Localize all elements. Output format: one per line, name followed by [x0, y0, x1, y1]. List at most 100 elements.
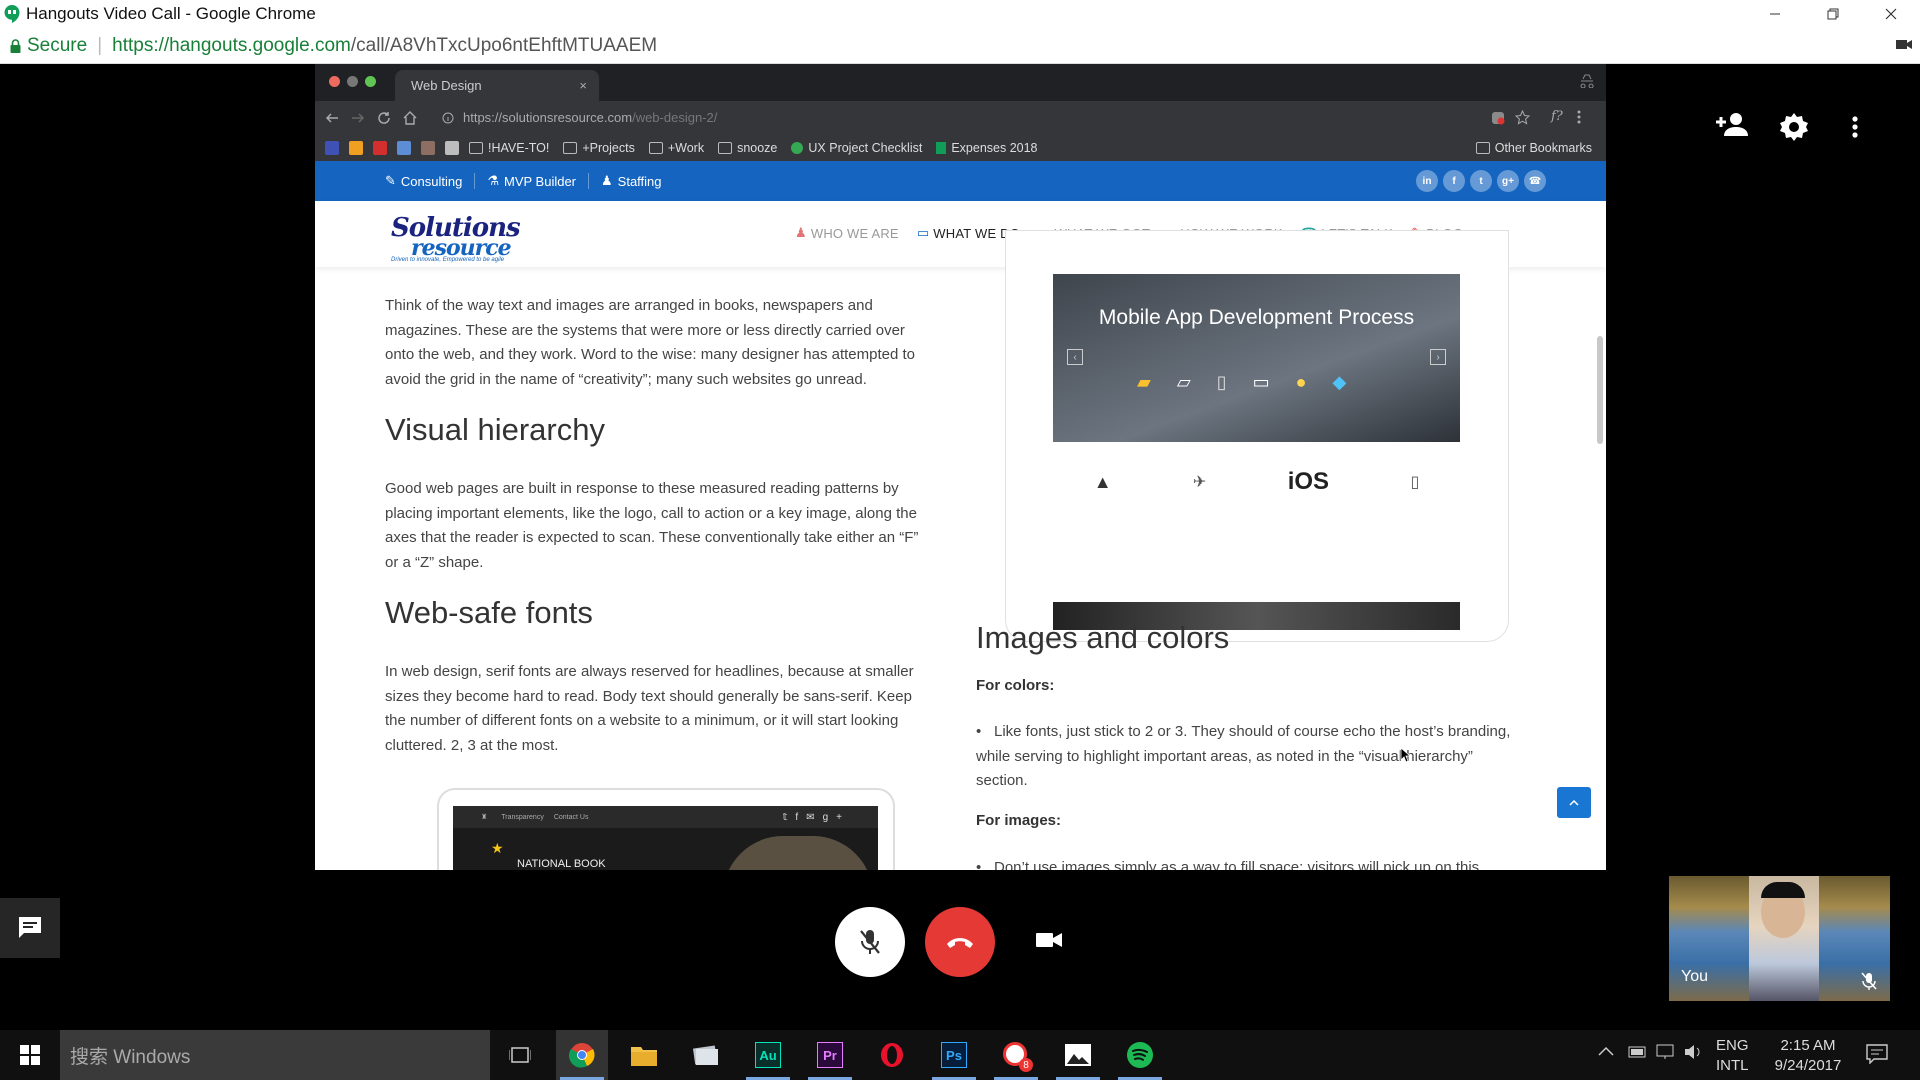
input-language[interactable]: ENG INTL [1716, 1036, 1749, 1076]
clock-time: 2:15 AM [1780, 1037, 1836, 1054]
thumb-image [723, 836, 873, 870]
mac-minimize-dot[interactable] [347, 76, 358, 87]
bookmark-folder[interactable]: +Projects [563, 141, 635, 155]
inner-tab-strip: Web Design × [315, 64, 1606, 101]
calendar-favicon[interactable] [325, 141, 339, 155]
phone-icon[interactable]: ☎ [1524, 170, 1546, 192]
folder-icon [563, 142, 578, 154]
ios-logo: iOS [1287, 468, 1330, 495]
taskbar-search-box[interactable]: 搜索 Windows [60, 1030, 490, 1080]
tab-close-icon[interactable]: × [579, 78, 587, 93]
page-scrollbar[interactable] [1597, 336, 1603, 444]
battery-icon[interactable] [1628, 1046, 1648, 1058]
flipboard-favicon[interactable] [373, 141, 387, 155]
bookmark-link[interactable]: UX Project Checklist [791, 141, 922, 155]
image-viewer-icon[interactable] [1052, 1030, 1104, 1080]
platform-logos: ▲ ✈ iOS ▯ [1053, 456, 1460, 508]
chat-button[interactable] [0, 898, 60, 958]
info-icon[interactable] [442, 112, 454, 124]
grid-paragraph: Think of the way text and images are arr… [385, 297, 916, 388]
spotify-icon[interactable] [1114, 1030, 1166, 1080]
audition-icon[interactable]: Au [742, 1030, 794, 1080]
bookmark-label: UX Project Checklist [808, 141, 923, 155]
bookmark-link[interactable]: Expenses 2018 [936, 141, 1038, 155]
thumb-topbar: ♜ Transparency Contact Us 𝕥f✉g+ [453, 806, 878, 828]
end-call-button[interactable] [925, 907, 995, 977]
network-icon[interactable] [1656, 1044, 1676, 1060]
linkedin-icon[interactable]: in [1416, 170, 1438, 192]
tablet-mockup: Mobile App Development Process ‹ › ▰ ▱ ▯… [1005, 230, 1509, 642]
reload-icon[interactable] [377, 111, 391, 125]
bookmark-folder[interactable]: +Work [648, 141, 704, 155]
minimize-button[interactable] [1746, 0, 1804, 28]
home-icon[interactable] [403, 111, 417, 125]
bookmark-label: +Projects [582, 141, 635, 155]
staffing-link[interactable]: ♟ Staffing [589, 173, 674, 189]
tasks-favicon[interactable] [397, 141, 411, 155]
settings-gear-icon[interactable] [1780, 113, 1808, 141]
mac-close-dot[interactable] [329, 76, 340, 87]
fx-icon[interactable]: f? [1551, 109, 1563, 124]
extension-icon[interactable] [1491, 111, 1505, 125]
camera-toggle-button[interactable] [1036, 931, 1062, 949]
close-window-button[interactable] [1862, 0, 1920, 28]
video-camera-icon [1036, 933, 1062, 947]
window-titlebar: Hangouts Video Call - Google Chrome [0, 0, 1920, 28]
volume-icon[interactable] [1684, 1044, 1702, 1060]
bullet-dot: • [976, 723, 982, 740]
clock[interactable]: 2:15 AM 9/24/2017 [1768, 1036, 1848, 1076]
pages-favicon[interactable] [445, 141, 459, 155]
more-vert-icon[interactable] [1577, 110, 1581, 124]
google-plus-icon[interactable]: g+ [1497, 170, 1519, 192]
carousel-next-icon[interactable]: › [1430, 349, 1446, 365]
self-video-preview[interactable]: You [1669, 876, 1890, 1001]
flask-icon: ⚗ [487, 173, 499, 188]
mac-zoom-dot[interactable] [365, 76, 376, 87]
photoshop-icon[interactable]: Ps [928, 1030, 980, 1080]
back-icon[interactable] [325, 111, 339, 125]
back-to-top-button[interactable] [1557, 787, 1591, 818]
keep-favicon[interactable] [349, 141, 363, 155]
tab-web-design[interactable]: Web Design × [395, 70, 599, 101]
photos-app-icon[interactable] [680, 1030, 732, 1080]
logo-text-2: resource [411, 235, 512, 261]
web-safe-fonts-heading: Web-safe fonts [385, 595, 593, 630]
bookmark-favicon[interactable] [421, 141, 435, 155]
action-center-icon[interactable] [1866, 1044, 1888, 1064]
address-bar[interactable]: Secure | https://hangouts.google.com /ca… [0, 28, 1920, 64]
visual-hierarchy-paragraph: Good web pages are built in response to … [385, 480, 919, 571]
task-view-icon[interactable] [494, 1030, 546, 1080]
more-options-icon[interactable] [1852, 116, 1858, 138]
site-logo[interactable]: Solutions resource Driven to innovate, E… [391, 215, 521, 263]
nav-who-we-are[interactable]: ♟ WHO WE ARE [795, 225, 899, 241]
topbar-label: Consulting [400, 173, 463, 189]
facebook-icon[interactable]: f [1443, 170, 1465, 192]
carousel-prev-icon[interactable]: ‹ [1067, 349, 1083, 365]
pinball-app-icon[interactable]: 8 [990, 1030, 1042, 1080]
bookmark-folder[interactable]: snooze [718, 141, 777, 155]
bookmark-folder[interactable]: !HAVE-TO! [469, 141, 549, 155]
thumb-logo-icon: ♜ [481, 814, 488, 821]
tray-chevron-icon[interactable] [1598, 1046, 1614, 1056]
start-button[interactable] [4, 1030, 56, 1080]
thumb-link: Contact Us [553, 813, 589, 821]
forward-icon[interactable] [351, 111, 365, 125]
phone-logo-icon: ▯ [1410, 474, 1420, 491]
chrome-taskbar-icon[interactable] [556, 1030, 608, 1080]
premiere-icon[interactable]: Pr [804, 1030, 856, 1080]
star-icon[interactable] [1515, 110, 1530, 125]
mute-microphone-button[interactable] [835, 907, 905, 977]
restore-button[interactable] [1804, 0, 1862, 28]
twitter-icon[interactable]: t [1470, 170, 1492, 192]
consulting-link[interactable]: ✎ Consulting [373, 173, 476, 189]
file-explorer-icon[interactable] [618, 1030, 670, 1080]
other-bookmarks[interactable]: Other Bookmarks [1475, 141, 1592, 155]
monitor-icon: ▭ [916, 225, 930, 240]
mvp-builder-link[interactable]: ⚗ MVP Builder [475, 173, 590, 189]
opera-icon[interactable] [866, 1030, 918, 1080]
inner-url[interactable]: https://solutionsresource.com/web-design… [463, 110, 717, 125]
for-images-label: For images: [976, 812, 1062, 829]
camera-permission-icon[interactable] [1896, 38, 1912, 50]
images-and-colors-heading: Images and colors [976, 620, 1230, 655]
add-person-icon[interactable] [1716, 112, 1750, 136]
